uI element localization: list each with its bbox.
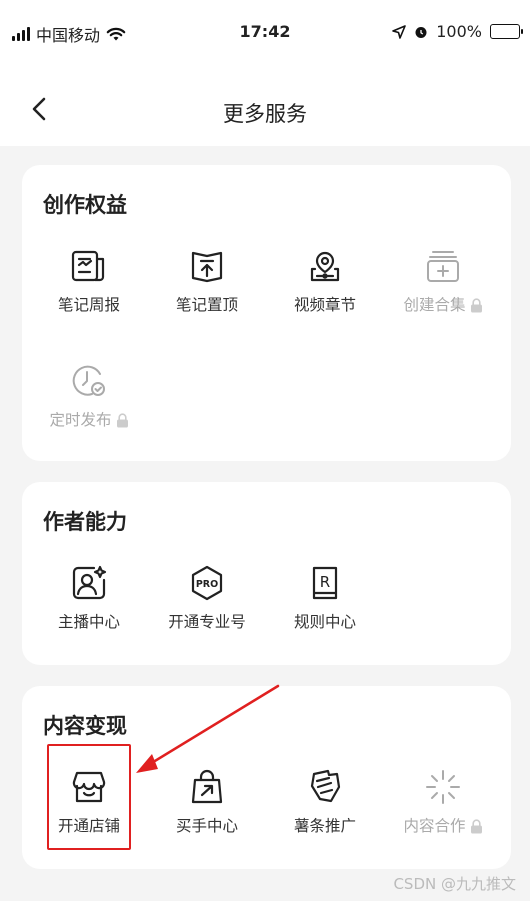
watermark-text: CSDN @九九推文 bbox=[393, 875, 516, 893]
annotation-arrow bbox=[136, 684, 280, 773]
